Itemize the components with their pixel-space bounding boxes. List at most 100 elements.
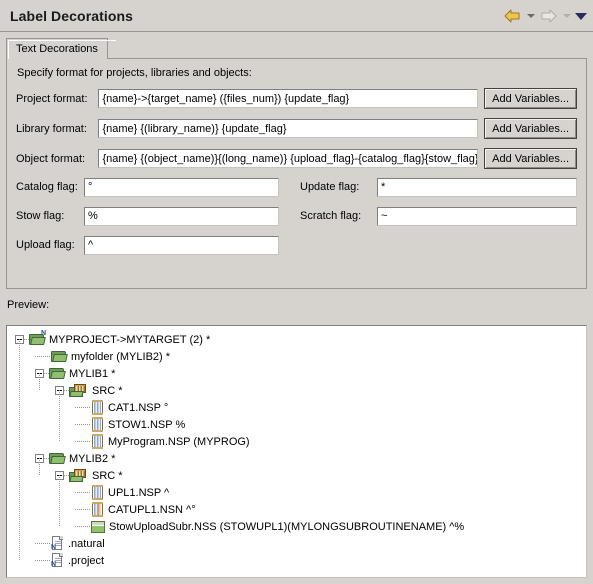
tree-guide-line [35, 560, 51, 561]
tree-guide-line [59, 475, 60, 526]
nsp-file-icon [91, 434, 104, 449]
library-add-variables-button[interactable]: Add Variables... [484, 118, 577, 139]
flag-row-1: Catalog flag: ° Update flag: * [16, 177, 577, 197]
forward-history-dropdown-icon[interactable] [561, 8, 572, 25]
tree-row[interactable]: SRC * [7, 382, 586, 399]
decoration-format-group: Specify format for projects, libraries a… [6, 59, 587, 289]
tree-row-label: STOW1.NSP % [108, 418, 186, 431]
nss-file-icon [91, 520, 105, 534]
nsp-file-icon [91, 417, 104, 432]
form-hint: Specify format for projects, libraries a… [17, 67, 252, 79]
flag-fields-grid: Catalog flag: ° Update flag: * Stow flag… [16, 177, 577, 264]
forward-arrow-icon[interactable] [539, 8, 558, 25]
upload-flag-input[interactable]: ^ [84, 235, 279, 255]
preview-label: Preview: [7, 299, 50, 311]
project-add-variables-button[interactable]: Add Variables... [484, 88, 577, 109]
nsp-file-icon [91, 485, 104, 500]
nsn-file-icon [91, 502, 104, 517]
tree-row[interactable]: myfolder (MYLIB2) * [7, 348, 586, 365]
tree-row[interactable]: MyProgram.NSP (MYPROG) [7, 433, 586, 450]
tree-row-label: SRC * [92, 384, 123, 397]
view-menu-icon[interactable] [574, 8, 587, 25]
library-icon [69, 383, 88, 398]
upload-flag-field: Upload flag: ^ [16, 235, 308, 255]
folder-icon [51, 350, 68, 363]
catalog-flag-label: Catalog flag: [16, 181, 78, 193]
navigation-toolbar [503, 0, 587, 32]
tree-row[interactable]: MYLIB2 * [7, 450, 586, 467]
stow-flag-field: Stow flag: % [16, 206, 300, 226]
flag-row-2: Stow flag: % Scratch flag: ~ [16, 206, 577, 226]
tree-row-label: MYLIB2 * [69, 452, 116, 465]
scratch-flag-input[interactable]: ~ [377, 206, 577, 226]
tree-row-label: .natural [68, 537, 105, 550]
tree-row[interactable]: CAT1.NSP ° [7, 399, 586, 416]
natural-doc-icon: N [51, 536, 64, 551]
tree-row[interactable]: N .project [7, 552, 586, 569]
dialog-title-bar: Label Decorations [0, 0, 593, 32]
tree-row-label: MYLIB1 * [69, 367, 116, 380]
library-format-input[interactable]: {name} {(library_name)} {update_flag} [98, 119, 479, 138]
tree-row[interactable]: STOW1.NSP % [7, 416, 586, 433]
tree-guide-line [59, 390, 60, 441]
tree-guide-line [75, 407, 91, 408]
preview-tree[interactable]: N MYPROJECT->MYTARGET (2) * myfolder (MYLI… [7, 326, 586, 569]
object-format-row: Object format: {name} {(object_name)}{(l… [16, 148, 577, 169]
object-add-variables-button[interactable]: Add Variables... [484, 148, 577, 169]
catalog-flag-input[interactable]: ° [84, 177, 279, 197]
tree-row[interactable]: N MYPROJECT->MYTARGET (2) * [7, 330, 586, 348]
tree-row-label: UPL1.NSP ^ [108, 486, 170, 499]
tree-row-label: .project [68, 554, 105, 567]
tree-row-label: StowUploadSubr.NSS (STOWUPL1)(MYLONGSUBR… [109, 520, 465, 533]
tree-guide-line [19, 339, 20, 560]
tree-guide-line [39, 373, 40, 390]
tree-guide-line [75, 526, 91, 527]
project-format-input[interactable]: {name}->{target_name} ({files_num}) {upd… [98, 89, 479, 108]
update-flag-label: Update flag: [300, 181, 360, 193]
tree-guide-line [39, 458, 40, 475]
library-icon [69, 468, 88, 483]
tree-row[interactable]: StowUploadSubr.NSS (STOWUPL1)(MYLONGSUBR… [7, 518, 586, 535]
tree-row-label: MyProgram.NSP (MYPROG) [108, 435, 250, 448]
project-doc-icon: N [51, 553, 64, 568]
scratch-flag-field: Scratch flag: ~ [300, 206, 577, 226]
back-arrow-icon[interactable] [503, 8, 522, 25]
update-flag-input[interactable]: * [377, 177, 577, 197]
folder-icon [49, 452, 66, 465]
tree-guide-line [75, 441, 91, 442]
back-history-dropdown-icon[interactable] [525, 8, 536, 25]
tree-row-label: CATUPL1.NSN ^° [108, 503, 196, 516]
scratch-flag-label: Scratch flag: [300, 210, 362, 222]
tree-row[interactable]: UPL1.NSP ^ [7, 484, 586, 501]
tree-row-label: SRC * [92, 469, 123, 482]
tree-guide-line [35, 356, 51, 357]
library-format-row: Library format: {name} {(library_name)} … [16, 118, 577, 139]
library-format-label: Library format: [16, 122, 87, 135]
project-format-label: Project format: [16, 92, 88, 105]
tab-highlight [8, 40, 116, 59]
tree-row[interactable]: CATUPL1.NSN ^° [7, 501, 586, 518]
upload-flag-label: Upload flag: [16, 239, 75, 251]
update-flag-field: Update flag: * [300, 177, 577, 197]
tree-row[interactable]: SRC * [7, 467, 586, 484]
project-format-row: Project format: {name}->{target_name} ({… [16, 88, 577, 109]
tree-row-label: myfolder (MYLIB2) * [71, 350, 171, 363]
tree-row[interactable]: MYLIB1 * [7, 365, 586, 382]
tab-text-decorations[interactable]: Text Decorations [6, 38, 116, 59]
tree-guide-line [75, 492, 91, 493]
object-format-input[interactable]: {name} {(object_name)}{(long_name)} {upl… [98, 149, 479, 168]
tree-guide-line [75, 424, 91, 425]
object-format-label: Object format: [16, 152, 86, 165]
tab-bar: Text Decorations [6, 38, 593, 59]
page-title: Label Decorations [10, 7, 134, 24]
stow-flag-input[interactable]: % [84, 206, 279, 226]
folder-icon [49, 367, 66, 380]
tree-row[interactable]: N .natural [7, 535, 586, 552]
tree-row-label: MYPROJECT->MYTARGET (2) * [49, 333, 211, 346]
tree-row-label: CAT1.NSP ° [108, 401, 169, 414]
nsp-file-icon [91, 400, 104, 415]
stow-flag-label: Stow flag: [16, 210, 65, 222]
preview-panel[interactable]: N MYPROJECT->MYTARGET (2) * myfolder (MYLI… [6, 325, 587, 578]
tree-guide-line [35, 543, 51, 544]
project-folder-icon: N [29, 330, 46, 346]
